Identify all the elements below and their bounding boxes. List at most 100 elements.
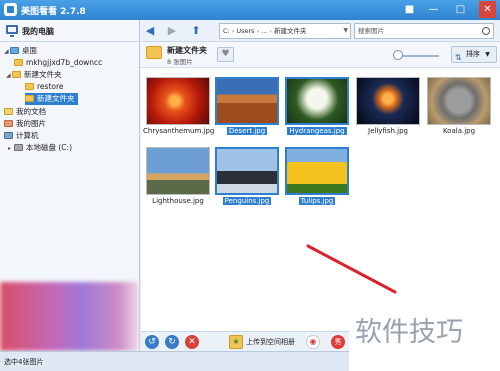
tree-item-label: 桌面	[22, 46, 37, 55]
tree-item-label: 新建文件夹	[37, 94, 75, 103]
thumbnail-selected[interactable]: Tulips.jpg	[282, 144, 352, 211]
forward-arrow-icon[interactable]: ▶	[165, 24, 179, 38]
thumbnail-filename: Tulips.jpg	[298, 197, 336, 205]
app-window: 美图看看 2.7.8 ■ — □ ✕ 我的电脑 ◢ 桌面 mkhgjjxd7b_d…	[0, 0, 500, 371]
separator-icon: ›	[231, 27, 235, 35]
tree-item-label: 我的文档	[16, 107, 46, 116]
folder-tree-panel: 我的电脑 ◢ 桌面 mkhgjjxd7b_downcc ◢ 新建文件夹 restor…	[0, 20, 140, 351]
rotate-left-icon[interactable]: ↺	[145, 335, 159, 349]
thumbnail-filename: Hydrangeas.jpg	[287, 127, 347, 135]
folder-toolbar: 新建文件夹 8 张图片 ♥ ⇅ 排序 ▼	[141, 42, 500, 68]
address-segment[interactable]: 新建文件夹	[274, 27, 307, 35]
tree-item-label: 计算机	[16, 131, 39, 140]
tree-item-label: 新建文件夹	[24, 70, 62, 79]
tree-item-label: restore	[37, 82, 64, 91]
image-preview[interactable]	[146, 77, 210, 125]
image-preview[interactable]	[215, 147, 279, 195]
favorite-button[interactable]: ♥	[217, 47, 234, 62]
chevron-down-icon: ▼	[485, 51, 490, 58]
rotate-right-icon[interactable]: ↻	[165, 335, 179, 349]
thumbnail-grid: Chrysanthemum.jpg Desert.jpg Hydrangeas.…	[141, 69, 500, 331]
tree-item-pictures[interactable]: 我的图片	[4, 118, 46, 130]
skin-button[interactable]: ■	[401, 1, 418, 18]
title-bar: 美图看看 2.7.8 ■ — □ ✕	[0, 0, 500, 20]
maximize-button[interactable]: □	[452, 1, 469, 18]
blurred-region	[0, 282, 139, 351]
zoom-slider[interactable]	[399, 55, 439, 57]
image-count: 8 张图片	[167, 58, 193, 66]
weibo-share-icon[interactable]: ◉	[306, 335, 320, 349]
thumbnail-filename: Chrysanthemum.jpg	[143, 127, 215, 135]
tree-item-drive[interactable]: ▸ 本地磁盘 (C:)	[8, 142, 72, 154]
panel-title: 我的电脑	[22, 27, 54, 36]
folder-icon	[14, 59, 23, 66]
selection-status: 选中4张图片	[4, 358, 44, 366]
sort-label: 排序	[466, 50, 480, 58]
thumbnail-filename: Desert.jpg	[226, 127, 268, 135]
panel-header: 我的电脑	[0, 20, 140, 42]
tree-item-label: 本地磁盘 (C:)	[26, 143, 72, 152]
address-segment[interactable]: Users	[236, 27, 254, 35]
folder-icon	[25, 95, 34, 102]
tree-item-label: mkhgjjxd7b_downcc	[26, 58, 103, 67]
tree-item-folder[interactable]: restore	[25, 81, 64, 93]
thumbnail[interactable]: Koala.jpg	[424, 74, 494, 141]
image-preview[interactable]	[285, 77, 349, 125]
thumbnail-selected[interactable]: Desert.jpg	[212, 74, 282, 141]
pictures-icon	[4, 120, 13, 127]
search-icon[interactable]	[482, 27, 490, 35]
documents-icon	[4, 108, 13, 115]
delete-icon[interactable]: ✕	[185, 335, 199, 349]
image-preview[interactable]	[285, 147, 349, 195]
chevron-down-icon[interactable]: ▼	[343, 24, 348, 38]
current-folder-name: 新建文件夹	[167, 46, 207, 55]
upload-to-album-button[interactable]: 上传到空间相册	[246, 337, 295, 347]
thumbnail[interactable]: Chrysanthemum.jpg	[143, 74, 215, 141]
thumbnail-selected[interactable]: Hydrangeas.jpg	[282, 74, 352, 141]
close-button[interactable]: ✕	[479, 1, 496, 18]
heart-icon: ♥	[221, 49, 230, 59]
image-preview[interactable]	[215, 77, 279, 125]
separator-icon: ›	[269, 27, 272, 35]
computer-icon	[4, 132, 13, 139]
tree-item-computer[interactable]: 计算机	[4, 130, 39, 142]
back-arrow-icon[interactable]: ◀	[143, 24, 157, 38]
app-title: 美图看看 2.7.8	[21, 7, 86, 17]
app-logo-icon	[4, 3, 17, 16]
image-preview[interactable]	[146, 147, 210, 195]
tree-item-documents[interactable]: 我的文档	[4, 106, 46, 118]
thumbnail[interactable]: Jellyfish.jpg	[353, 74, 423, 141]
navigation-toolbar: ◀ ▶ ⬆ C: › Users ›... › 新建文件夹 ▼ 搜索图片	[141, 20, 500, 42]
search-input[interactable]: 搜索图片	[354, 23, 494, 39]
share-icon[interactable]: 秀	[331, 335, 345, 349]
separator-icon: ›	[256, 27, 260, 35]
address-bar[interactable]: C: › Users ›... › 新建文件夹 ▼	[219, 23, 351, 39]
tree-item-folder-selected[interactable]: 新建文件夹	[25, 93, 78, 105]
thumbnail-filename: Jellyfish.jpg	[368, 127, 408, 135]
search-placeholder: 搜索图片	[358, 27, 384, 35]
desktop-icon	[10, 47, 19, 54]
address-segment[interactable]: C:	[223, 27, 230, 35]
folder-icon	[146, 46, 162, 59]
image-preview[interactable]	[356, 77, 420, 125]
folder-icon	[25, 83, 34, 90]
address-segment[interactable]: ...	[261, 27, 267, 35]
thumbnail-filename: Penguins.jpg	[222, 197, 272, 205]
thumbnail-filename: Lighthouse.jpg	[152, 197, 204, 205]
sort-icon: ⇅	[455, 53, 462, 62]
zoom-slider-handle[interactable]	[393, 50, 403, 60]
folder-icon	[12, 71, 21, 78]
thumbnail-filename: Koala.jpg	[442, 127, 476, 135]
tree-item-label: 我的图片	[16, 119, 46, 128]
tree-item-folder[interactable]: mkhgjjxd7b_downcc	[14, 57, 102, 69]
tree-item-desktop[interactable]: ◢ 桌面	[4, 45, 37, 57]
tree-item-folder[interactable]: ◢ 新建文件夹	[6, 69, 62, 81]
thumbnail-selected[interactable]: Penguins.jpg	[212, 144, 282, 211]
minimize-button[interactable]: —	[425, 1, 442, 18]
upload-album-icon[interactable]: ★	[229, 335, 243, 349]
image-preview[interactable]	[427, 77, 491, 125]
thumbnail[interactable]: Lighthouse.jpg	[143, 144, 213, 211]
sort-button[interactable]: ⇅ 排序 ▼	[451, 46, 497, 63]
up-folder-icon[interactable]: ⬆	[189, 24, 203, 38]
drive-icon	[14, 144, 23, 151]
